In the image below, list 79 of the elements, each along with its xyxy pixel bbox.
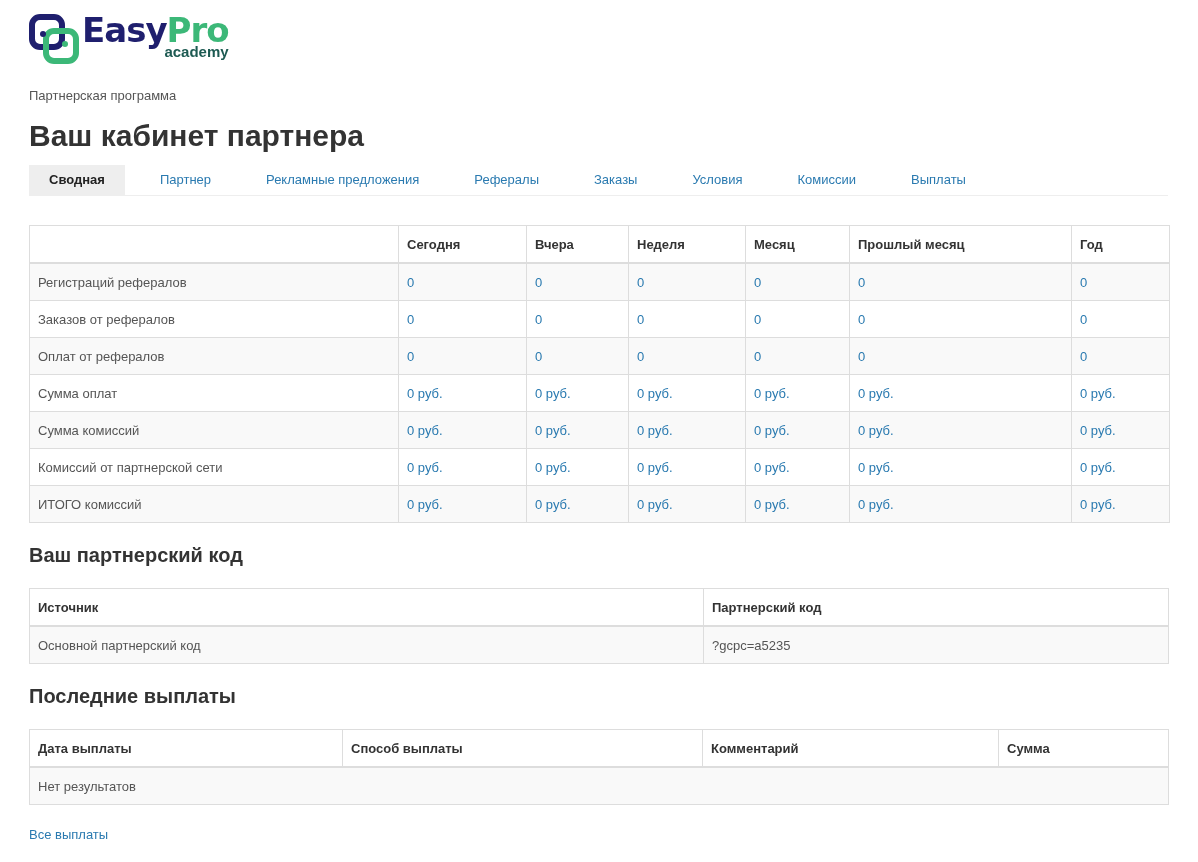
value-link[interactable]: 0 руб. (535, 459, 571, 475)
value-link[interactable]: 0 руб. (858, 496, 894, 512)
tab[interactable]: Комиссии (777, 165, 877, 195)
tab[interactable]: Рекламные предложения (246, 165, 440, 195)
value-link[interactable]: 0 (1080, 348, 1088, 364)
value-link[interactable]: 0 (407, 348, 415, 364)
row-label: ИТОГО комиссий (38, 496, 142, 512)
value-link[interactable]: 0 (535, 311, 543, 327)
value-link[interactable]: 0 (858, 311, 866, 327)
value-link[interactable]: 0 руб. (1080, 496, 1116, 512)
value-link[interactable]: 0 руб. (407, 422, 443, 438)
value-link[interactable]: 0 руб. (1080, 385, 1116, 401)
row-label: Регистраций рефералов (38, 274, 187, 290)
logo-icon (29, 14, 79, 64)
all-payments-link[interactable]: Все выплаты (29, 827, 109, 842)
column-header: Дата выплаты (38, 740, 132, 756)
value-link[interactable]: 0 руб. (1080, 422, 1116, 438)
value-link[interactable]: 0 руб. (407, 459, 443, 475)
section-heading: Последние выплаты (29, 685, 237, 708)
row-label: Сумма оплат (38, 385, 118, 401)
value-link[interactable]: 0 руб. (754, 422, 790, 438)
value-link[interactable]: 0 руб. (754, 459, 790, 475)
value-link[interactable]: 0 руб. (535, 422, 571, 438)
table-cell: Основной партнерский код (38, 637, 201, 653)
value-link[interactable]: 0 руб. (407, 385, 443, 401)
value-link[interactable]: 0 (637, 348, 645, 364)
page-title: Ваш кабинет партнера (29, 119, 366, 153)
tab[interactable]: Выплаты (891, 165, 986, 195)
value-link[interactable]: 0 руб. (407, 496, 443, 512)
row-label: Оплат от рефералов (38, 348, 165, 364)
value-link[interactable]: 0 (637, 311, 645, 327)
row-label: Сумма комиссий (38, 422, 140, 438)
value-link[interactable]: 0 (1080, 311, 1088, 327)
value-link[interactable]: 0 (637, 274, 645, 290)
column-header: Способ выплаты (351, 740, 463, 756)
value-link[interactable]: 0 руб. (754, 496, 790, 512)
tab[interactable]: Сводная (29, 165, 125, 195)
value-link[interactable]: 0 руб. (535, 385, 571, 401)
column-header: Прошлый месяц (858, 236, 965, 252)
value-link[interactable]: 0 руб. (637, 422, 673, 438)
value-link[interactable]: 0 (535, 348, 543, 364)
value-link[interactable]: 0 (407, 274, 415, 290)
column-header: Сегодня (407, 236, 461, 252)
tab[interactable]: Условия (672, 165, 763, 195)
value-link[interactable]: 0 руб. (754, 385, 790, 401)
value-link[interactable]: 0 (535, 274, 543, 290)
value-link[interactable]: 0 (407, 311, 415, 327)
column-header: Год (1080, 236, 1103, 252)
tab[interactable]: Партнер (139, 165, 232, 195)
column-header: Партнерский код (712, 599, 822, 615)
value-link[interactable]: 0 руб. (637, 496, 673, 512)
column-header: Сумма (1007, 740, 1050, 756)
value-link[interactable]: 0 руб. (535, 496, 571, 512)
row-label: Заказов от рефералов (38, 311, 175, 327)
value-link[interactable]: 0 руб. (858, 385, 894, 401)
value-link[interactable]: 0 (754, 274, 762, 290)
value-link[interactable]: 0 руб. (637, 459, 673, 475)
value-link[interactable]: 0 руб. (858, 459, 894, 475)
value-link[interactable]: 0 (754, 311, 762, 327)
value-link[interactable]: 0 руб. (637, 385, 673, 401)
column-header: Комментарий (711, 740, 799, 756)
logo-wordmark-easy: Easy (82, 10, 167, 50)
breadcrumb: Партнерская программа (29, 88, 178, 103)
value-link[interactable]: 0 (754, 348, 762, 364)
column-header: Источник (38, 599, 99, 615)
tab[interactable]: Рефералы (454, 165, 559, 195)
column-header: Месяц (754, 236, 795, 252)
row-label: Комиссий от партнерской сети (38, 459, 223, 475)
table-cell: ?gcpc=a5235 (712, 637, 791, 653)
column-header: Вчера (535, 236, 574, 252)
value-link[interactable]: 0 руб. (858, 422, 894, 438)
column-header: Неделя (637, 236, 685, 252)
section-heading: Ваш партнерский код (29, 544, 244, 567)
value-link[interactable]: 0 (858, 274, 866, 290)
tab[interactable]: Заказы (574, 165, 658, 195)
value-link[interactable]: 0 (1080, 274, 1088, 290)
value-link[interactable]: 0 (858, 348, 866, 364)
empty-message: Нет результатов (38, 778, 136, 794)
value-link[interactable]: 0 руб. (1080, 459, 1116, 475)
